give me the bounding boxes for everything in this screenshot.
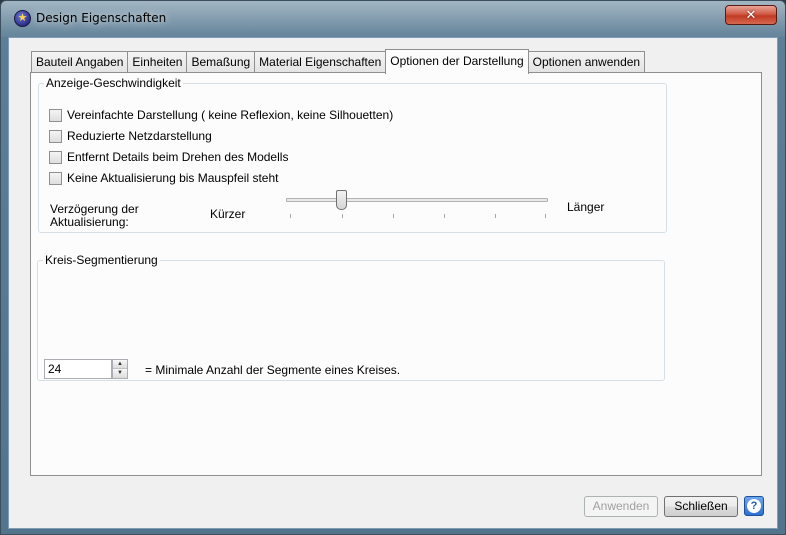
slider-tick <box>444 214 445 218</box>
checkbox-label: Keine Aktualisierung bis Mauspfeil steht <box>67 171 279 185</box>
checkbox[interactable] <box>49 150 62 164</box>
option-reduzierte-netzdarstellung[interactable]: Reduzierte Netzdarstellung <box>49 129 212 143</box>
delay-label-line1: Verzögerung der <box>50 202 139 216</box>
dialog-client-area: Bauteil Angaben Einheiten Bemaßung Mater… <box>8 37 778 529</box>
tab-material-eigenschaften[interactable]: Material Eigenschaften <box>254 51 387 73</box>
spin-up-icon[interactable]: ▲ <box>113 360 127 369</box>
tab-optionen-anwenden[interactable]: Optionen anwenden <box>527 51 646 73</box>
checkbox-label: Entfernt Details beim Drehen des Modells <box>67 150 289 164</box>
option-details-beim-drehen[interactable]: Entfernt Details beim Drehen des Modells <box>49 150 288 164</box>
checkbox-label: Reduzierte Netzdarstellung <box>67 129 212 143</box>
segment-count-stepper[interactable]: ▲ ▼ <box>112 359 128 379</box>
checkbox[interactable] <box>49 108 62 122</box>
group-legend-speed: Anzeige-Geschwindigkeit <box>46 76 181 90</box>
app-star-icon: ★ <box>14 10 31 27</box>
tab-optionen-der-darstellung[interactable]: Optionen der Darstellung <box>385 49 529 74</box>
slider-tick <box>545 214 546 218</box>
close-button[interactable]: Schließen <box>664 496 738 517</box>
segment-count-input[interactable] <box>44 359 112 379</box>
tab-bauteil-angaben[interactable]: Bauteil Angaben <box>31 51 129 73</box>
tab-einheiten[interactable]: Einheiten <box>127 51 188 73</box>
slider-min-label: Kürzer <box>210 207 246 221</box>
tab-bemassung[interactable]: Bemaßung <box>186 51 256 73</box>
checkbox[interactable] <box>49 171 62 185</box>
window-title: Design Eigenschaften <box>36 11 167 25</box>
slider-tick <box>342 214 343 218</box>
tab-panel-darstellung: Anzeige-Geschwindigkeit Vereinfachte Dar… <box>30 72 762 476</box>
option-vereinfachte-darstellung[interactable]: Vereinfachte Darstellung ( keine Reflexi… <box>49 108 393 122</box>
segment-description: = Minimale Anzahl der Segmente eines Kre… <box>145 363 401 377</box>
slider-tick <box>393 214 394 218</box>
group-legend-segments: Kreis-Segmentierung <box>45 253 158 267</box>
tab-strip: Bauteil Angaben Einheiten Bemaßung Mater… <box>31 49 646 74</box>
delay-slider-track[interactable] <box>286 198 548 202</box>
help-button[interactable]: ? <box>744 496 764 516</box>
option-keine-aktualisierung[interactable]: Keine Aktualisierung bis Mauspfeil steht <box>49 171 278 185</box>
slider-tick <box>495 214 496 218</box>
help-icon: ? <box>747 499 761 513</box>
group-kreis-segmentierung: Kreis-Segmentierung <box>37 253 665 381</box>
checkbox-label: Vereinfachte Darstellung ( keine Reflexi… <box>67 108 394 122</box>
slider-max-label: Länger <box>567 200 605 214</box>
dialog-window: ★ Design Eigenschaften ✕ Bauteil Angaben… <box>0 0 786 535</box>
apply-button[interactable]: Anwenden <box>584 496 658 517</box>
close-window-button[interactable]: ✕ <box>725 5 777 25</box>
title-bar[interactable]: ★ Design Eigenschaften ✕ <box>1 1 785 37</box>
slider-tick <box>290 214 291 218</box>
spin-down-icon[interactable]: ▼ <box>113 369 127 378</box>
delay-slider-thumb[interactable] <box>336 190 347 210</box>
checkbox[interactable] <box>49 129 62 143</box>
delay-label-line2: Aktualisierung: <box>50 215 129 229</box>
